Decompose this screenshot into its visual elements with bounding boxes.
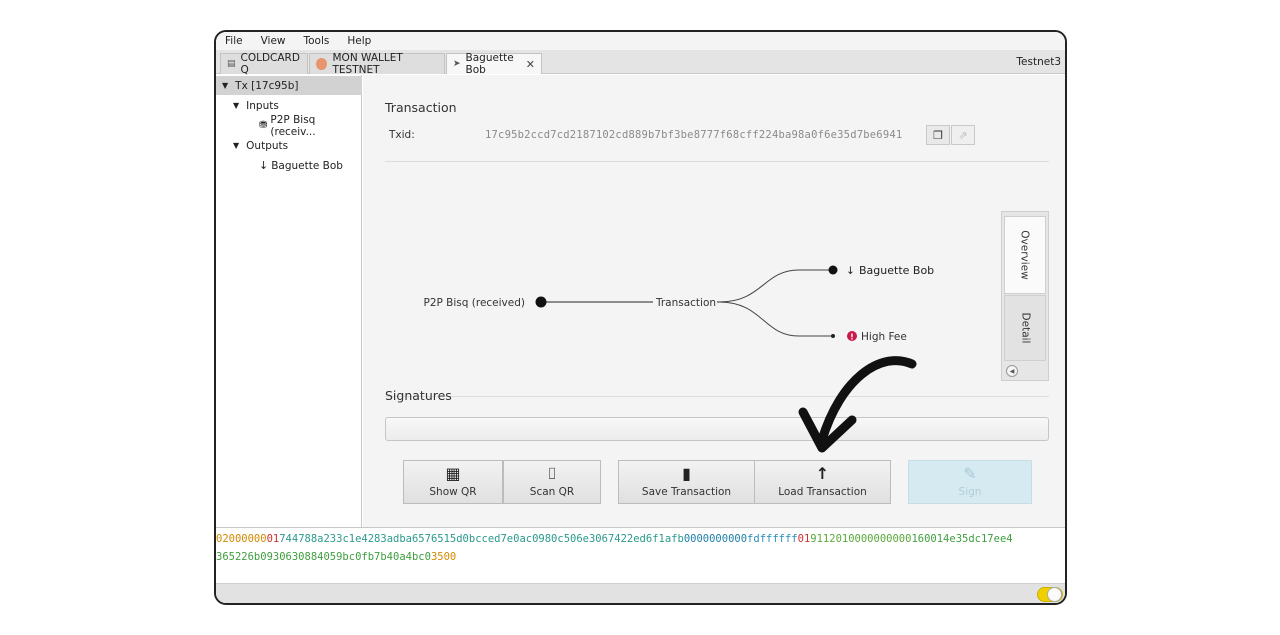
- tree-item-label: Tx [17c95b]: [235, 79, 299, 92]
- transaction-panel: Transaction Txid: 17c95b2ccd7cd2187102cd…: [363, 75, 1065, 527]
- output-node: [828, 265, 838, 275]
- signatures-title: Signatures: [385, 388, 452, 403]
- tab-label: MON WALLET TESTNET: [332, 52, 403, 76]
- qr-code-icon: ▦: [445, 464, 461, 483]
- menubar: File View Tools Help: [216, 32, 1065, 50]
- hex-segment: 9112010000000000: [810, 533, 912, 545]
- copy-icon: ❐: [933, 128, 943, 142]
- toggle-knob: [1047, 587, 1062, 602]
- button-label: Scan QR: [529, 486, 575, 498]
- button-label: Show QR: [429, 486, 477, 498]
- wallet-avatar-icon: [316, 58, 327, 70]
- tree-item-outputs[interactable]: ▼ Outputs: [233, 136, 288, 155]
- output-edge: [718, 269, 833, 303]
- network-label: Testnet3: [1016, 56, 1061, 68]
- tab-bar: ▤ COLDCARD Q MON WALLET TESTNET ➤ Baguet…: [216, 50, 1065, 76]
- tree-item-tx[interactable]: ▼ Tx [17c95b]: [216, 76, 362, 95]
- input-node-label: P2P Bisq (received): [423, 297, 525, 309]
- tree-item-label: Baguette Bob: [271, 159, 343, 172]
- tab-detail[interactable]: Detail: [1004, 295, 1046, 361]
- tab-overview-label: Overview: [1019, 230, 1031, 280]
- pen-icon: ✎: [963, 464, 977, 483]
- app-window: File View Tools Help ▤ COLDCARD Q MON WA…: [214, 30, 1067, 605]
- show-qr-button[interactable]: ▦ Show QR: [403, 460, 503, 504]
- divider: [385, 396, 1049, 397]
- hex-segment: fdffffff: [747, 533, 798, 545]
- fee-node-label: High Fee: [861, 331, 907, 343]
- hex-segment: 01: [797, 533, 811, 545]
- tab-label: Baguette Bob: [465, 52, 514, 76]
- tab-overview[interactable]: Overview: [1004, 216, 1046, 294]
- hex-segment: 00: [734, 533, 748, 545]
- hex-line: 365226b0930630884059bc0fb7b40a4bc03500: [216, 548, 1065, 566]
- sign-button[interactable]: ✎ Sign: [908, 460, 1032, 504]
- send-icon: ➤: [453, 59, 461, 69]
- signatures-progress: [385, 417, 1049, 441]
- button-label: Save Transaction: [641, 486, 732, 498]
- hex-segment: 744788a233c1e4283adba6576515d0bcced7e0ac…: [279, 533, 684, 545]
- scan-qr-button[interactable]: ⌷ Scan QR: [503, 460, 601, 504]
- hex-segment: 01: [266, 533, 280, 545]
- save-transaction-button[interactable]: ▮ Save Transaction: [618, 460, 755, 504]
- chevron-down-icon[interactable]: ▼: [222, 81, 228, 90]
- external-link-icon: ⇗: [958, 128, 968, 142]
- hex-segment: 00000000: [683, 533, 735, 545]
- button-label: Load Transaction: [778, 486, 867, 498]
- view-tabs: Overview Detail ◀: [1001, 211, 1049, 381]
- transaction-tree: ▼ Tx [17c95b] ▼ Inputs ⛃ P2P Bisq (recei…: [216, 75, 362, 527]
- txid-label: Txid:: [389, 129, 415, 141]
- tab-baguette-bob[interactable]: ➤ Baguette Bob ✕: [446, 52, 542, 76]
- tree-item-label: Inputs: [246, 99, 279, 112]
- raw-transaction-hex[interactable]: 0200000001744788a233c1e4283adba6576515d0…: [216, 527, 1065, 583]
- chevron-down-icon[interactable]: ▼: [233, 141, 239, 150]
- hex-segment: 365226b0930630884059bc0fb7b40a4bc0: [216, 551, 431, 563]
- menu-view[interactable]: View: [261, 35, 286, 47]
- fee-node: [831, 334, 835, 338]
- fee-edge: [718, 301, 833, 337]
- tab-mon-wallet-testnet[interactable]: MON WALLET TESTNET: [309, 52, 445, 76]
- tree-item-label: Outputs: [246, 139, 289, 152]
- status-bar: [216, 583, 1065, 603]
- close-icon[interactable]: ✕: [526, 58, 535, 71]
- arrow-up-icon: ↑: [815, 464, 830, 483]
- hex-line: 0200000001744788a233c1e4283adba6576515d0…: [216, 530, 1065, 548]
- warning-icon: [847, 331, 857, 341]
- transaction-title: Transaction: [385, 100, 457, 115]
- tree-item-inputs[interactable]: ▼ Inputs: [233, 96, 279, 115]
- menu-tools[interactable]: Tools: [304, 35, 330, 47]
- warning-icon-glyph: !: [850, 333, 854, 342]
- tab-coldcard-q[interactable]: ▤ COLDCARD Q: [220, 52, 308, 76]
- transaction-node-label: Transaction: [655, 297, 716, 309]
- camera-icon: ⌷: [547, 464, 557, 483]
- server-toggle[interactable]: [1037, 587, 1063, 602]
- sd-card-icon: ▮: [682, 464, 691, 483]
- menu-help[interactable]: Help: [347, 35, 371, 47]
- load-transaction-button[interactable]: ↑ Load Transaction: [754, 460, 891, 504]
- tab-label: COLDCARD Q: [240, 52, 300, 76]
- hex-segment: 02000000: [216, 533, 267, 545]
- txid-value[interactable]: 17c95b2ccd7cd2187102cd889b7bf3be8777f68c…: [485, 129, 902, 141]
- tree-item-input-p2p-bisq[interactable]: ⛃ P2P Bisq (receiv...: [259, 113, 361, 138]
- arrow-down-icon: ↓: [259, 159, 269, 172]
- tree-item-label: P2P Bisq (receiv...: [270, 113, 316, 138]
- hex-segment: 160014e35dc17ee4: [911, 533, 1013, 545]
- hex-segment: 3500: [430, 551, 457, 563]
- input-node: [535, 296, 547, 308]
- input-icon: ⛃: [259, 120, 268, 131]
- wallet-icon: ▤: [227, 59, 236, 69]
- tree-item-output-baguette-bob[interactable]: ↓ Baguette Bob: [259, 156, 343, 175]
- menu-file[interactable]: File: [225, 35, 243, 47]
- tab-detail-label: Detail: [1019, 312, 1031, 344]
- output-arrow-icon: ↓: [846, 265, 855, 277]
- collapse-left-icon[interactable]: ◀: [1006, 365, 1018, 377]
- copy-txid-button[interactable]: ❐: [926, 125, 950, 145]
- open-explorer-button[interactable]: ⇗: [951, 125, 975, 145]
- button-label: Sign: [958, 486, 982, 498]
- output-node-label: Baguette Bob: [859, 264, 934, 277]
- chevron-down-icon[interactable]: ▼: [233, 101, 239, 110]
- divider: [385, 161, 1049, 162]
